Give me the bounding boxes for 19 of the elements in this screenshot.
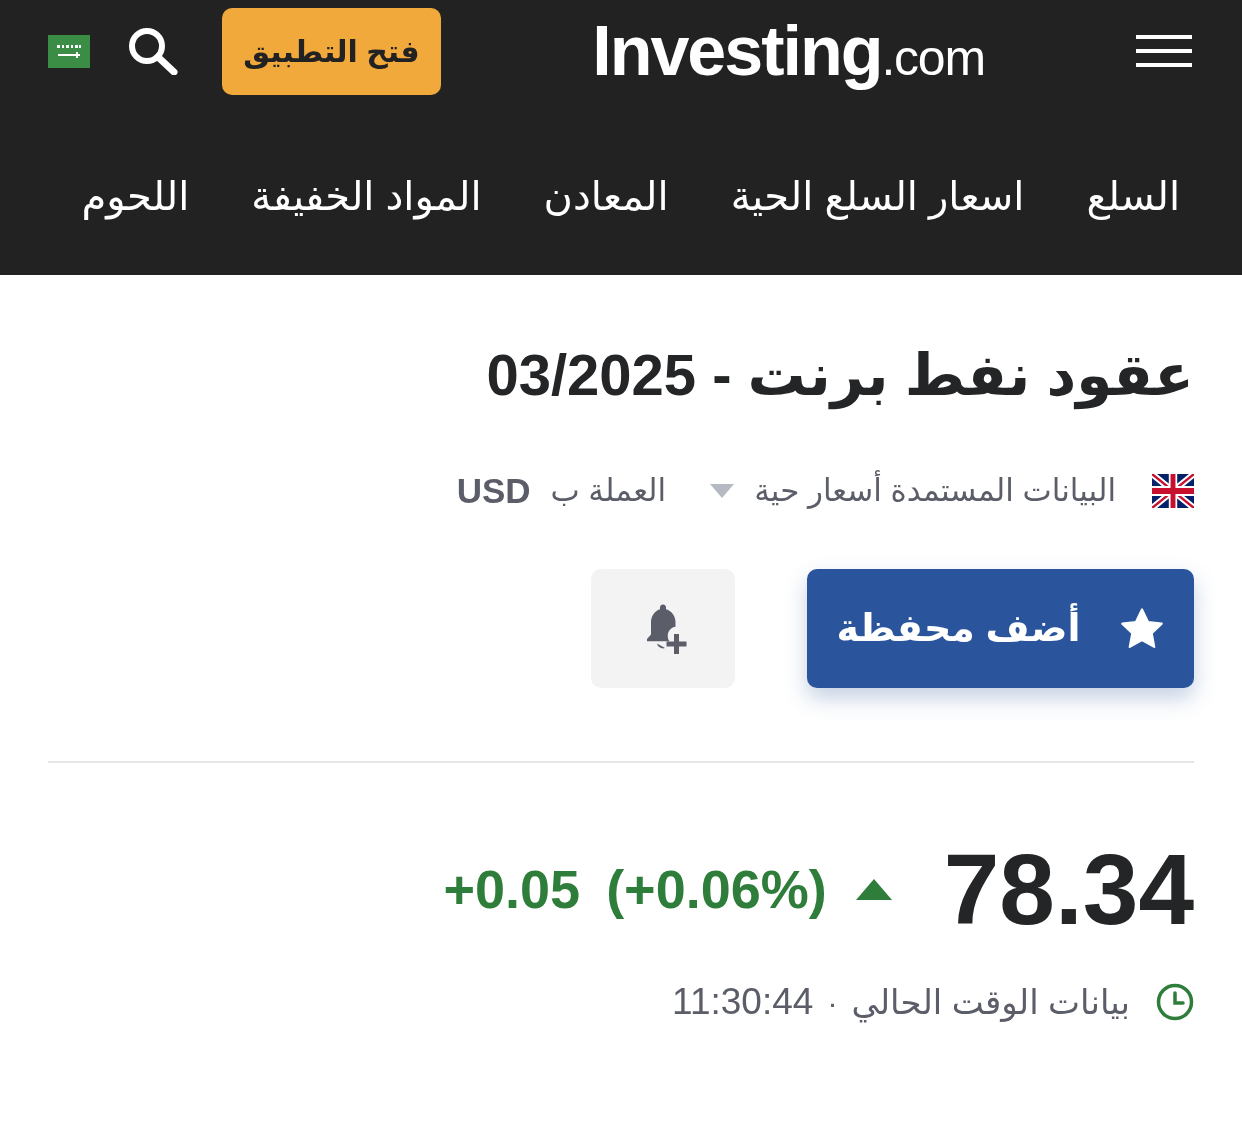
instrument-title: عقود نفط برنت - 03/2025 bbox=[48, 339, 1194, 411]
open-app-button[interactable]: فتح التطبيق bbox=[222, 7, 441, 95]
currency-code: USD bbox=[456, 469, 531, 512]
nav-link[interactable]: المعادن bbox=[543, 175, 669, 216]
search-icon[interactable] bbox=[128, 27, 178, 75]
price-value: 78.34 bbox=[943, 839, 1194, 939]
time-label: بيانات الوقت الحالي bbox=[851, 981, 1130, 1025]
currency-label: العملة ب bbox=[550, 471, 667, 510]
separator-dot: · bbox=[827, 984, 838, 1021]
menu-icon[interactable] bbox=[1136, 35, 1192, 67]
flag-icon[interactable] bbox=[48, 34, 90, 68]
add-alert-button[interactable] bbox=[591, 569, 735, 688]
flag-icon bbox=[1152, 474, 1194, 508]
clock-icon bbox=[1156, 983, 1194, 1021]
data-source-label[interactable]: البيانات المستمدة أسعار حية bbox=[754, 467, 1116, 515]
add-to-watchlist-button[interactable]: أضف محفظة bbox=[807, 569, 1194, 688]
star-icon bbox=[1120, 607, 1165, 650]
time-value: 11:30:44 bbox=[672, 980, 814, 1025]
change-value: +0.05 bbox=[443, 862, 581, 916]
